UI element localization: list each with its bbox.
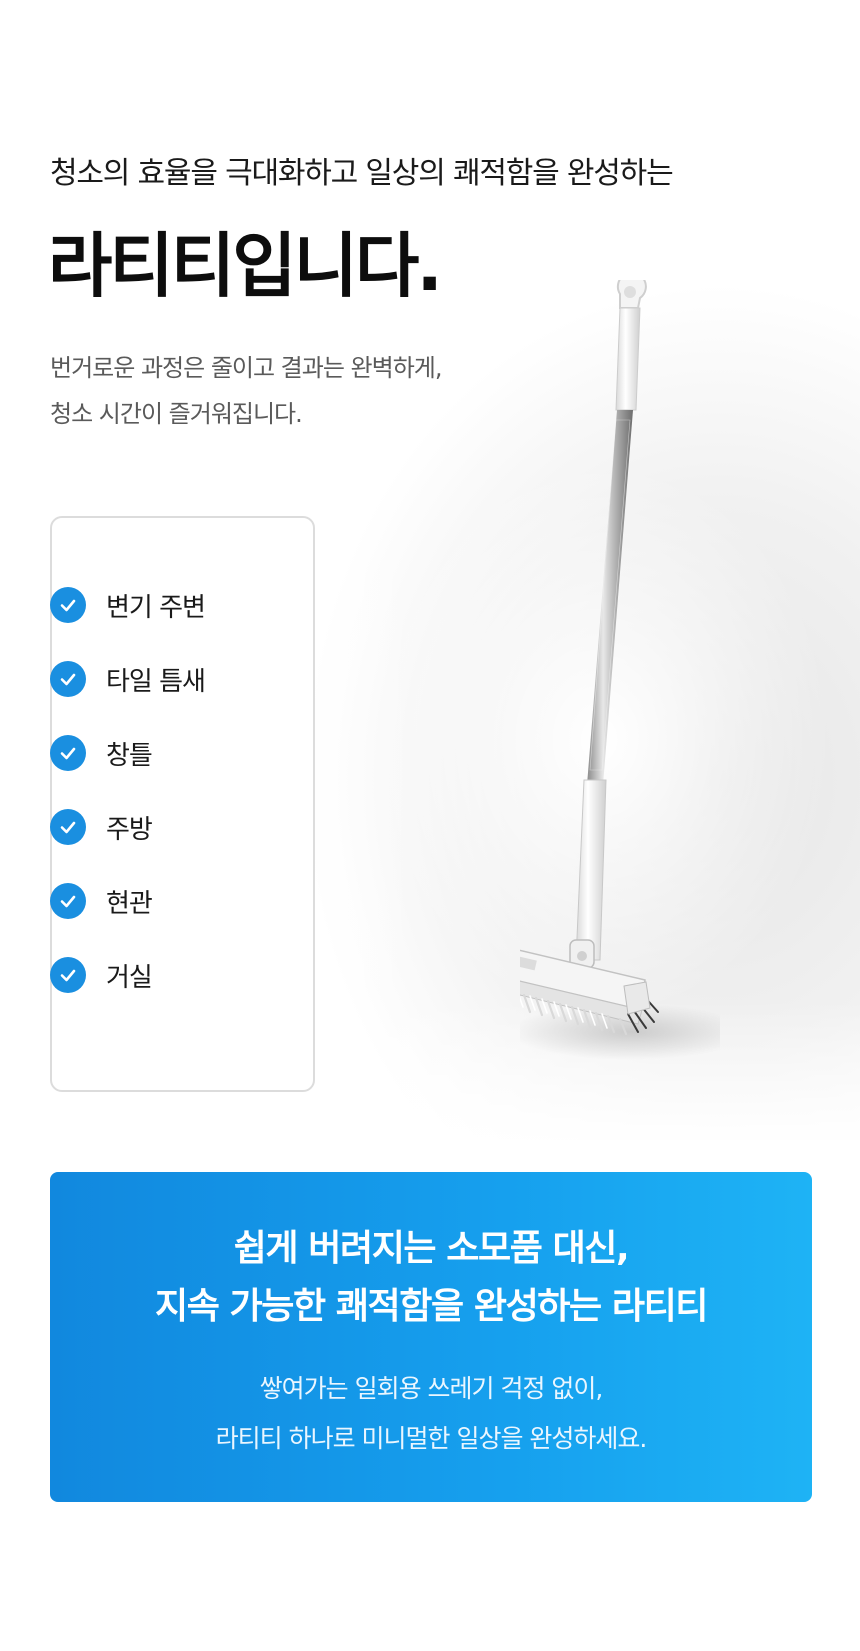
check-circle-icon [50, 809, 86, 845]
area-label: 주방 [106, 814, 153, 845]
hero-description-line: 청소 시간이 즐거워집니다. [50, 400, 303, 428]
area-label: 창틀 [106, 740, 153, 771]
area-item: 변기 주변 [50, 587, 206, 623]
hero-description-line: 번거로운 과정은 줄이고 결과는 완벽하게, [50, 354, 443, 382]
area-label: 현관 [106, 888, 153, 919]
check-circle-icon [50, 735, 86, 771]
area-item: 타일 틈새 [50, 661, 206, 697]
area-item: 거실 [50, 957, 153, 993]
area-label: 타일 틈새 [106, 666, 206, 697]
brush-product-image [520, 280, 720, 1060]
area-label: 거실 [106, 962, 153, 993]
lower-grip [575, 779, 607, 961]
check-circle-icon [50, 883, 86, 919]
banner-title-line: 지속 가능한 쾌적함을 완성하는 라티티 [154, 1286, 708, 1327]
product-detail-page: 청소의 효율을 극대화하고 일상의 쾌적함을 완성하는 라티티입니다. 번거로운… [0, 0, 860, 1651]
check-circle-icon [50, 587, 86, 623]
sustainability-banner: 쉽게 버려지는 소모품 대신, 지속 가능한 쾌적함을 완성하는 라티티 쌓여가… [50, 1172, 812, 1502]
check-circle-icon [50, 661, 86, 697]
banner-description-line: 라티티 하나로 미니멀한 일상을 완성하세요. [215, 1424, 648, 1453]
top-grip [615, 307, 641, 411]
check-circle-icon [50, 957, 86, 993]
area-label: 변기 주변 [106, 592, 206, 623]
banner-description: 쌓여가는 일회용 쓰레기 걱정 없이, 라티티 하나로 미니멀한 일상을 완성하… [50, 1364, 812, 1464]
banner-description-line: 쌓여가는 일회용 쓰레기 걱정 없이, [259, 1374, 604, 1403]
area-item: 창틀 [50, 735, 153, 771]
banner-title-line: 쉽게 버려지는 소모품 대신, [233, 1228, 630, 1269]
hero-subtitle: 청소의 효율을 극대화하고 일상의 쾌적함을 완성하는 [50, 156, 674, 191]
hero-headline: 라티티입니다. [48, 225, 443, 307]
area-item: 주방 [50, 809, 153, 845]
banner-title: 쉽게 버려지는 소모품 대신, 지속 가능한 쾌적함을 완성하는 라티티 [50, 1220, 812, 1336]
hero-description: 번거로운 과정은 줄이고 결과는 완벽하게, 청소 시간이 즐거워집니다. [50, 345, 443, 437]
hanging-loop [616, 280, 647, 309]
area-item: 현관 [50, 883, 153, 919]
